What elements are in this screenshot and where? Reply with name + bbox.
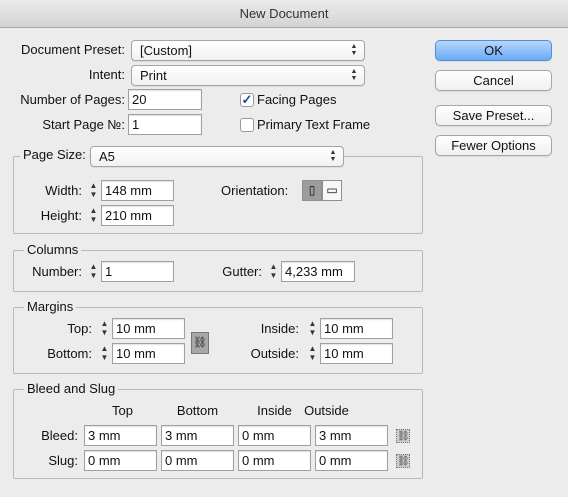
top-stepper-icon[interactable]: ▲ ▼: [97, 318, 112, 339]
preset-select[interactable]: [Custom] ▲ ▼: [131, 40, 365, 61]
bleed-bottom-field[interactable]: 3 mm: [161, 425, 234, 446]
header-outside: Outside: [304, 403, 349, 418]
preset-value: [Custom]: [140, 43, 193, 58]
bleed-inside-field[interactable]: 0 mm: [238, 425, 311, 446]
popup-arrows-icon: ▲ ▼: [329, 149, 337, 163]
slug-top-field[interactable]: 0 mm: [84, 450, 157, 471]
slug-label: Slug:: [48, 453, 78, 468]
bottom-margin-field[interactable]: 10 mm: [112, 343, 185, 364]
page-size-select[interactable]: A5 ▲ ▼: [90, 146, 344, 167]
cancel-button[interactable]: Cancel: [435, 70, 552, 91]
gutter-stepper-icon[interactable]: ▲ ▼: [266, 261, 281, 282]
dialog-title: New Document: [0, 0, 568, 28]
bleed-slug-title: Bleed and Slug: [24, 381, 119, 397]
bleed-outside-field[interactable]: 3 mm: [315, 425, 388, 446]
bottom-label: Bottom:: [47, 346, 92, 361]
outside-label: Outside:: [250, 346, 299, 361]
inside-stepper-icon[interactable]: ▲ ▼: [305, 318, 320, 339]
slug-outside-field[interactable]: 0 mm: [315, 450, 388, 471]
pages-label: Number of Pages:: [20, 92, 125, 107]
preset-label: Document Preset:: [20, 42, 125, 57]
facing-pages-label: Facing Pages: [257, 92, 337, 107]
gutter-label: Gutter:: [222, 264, 262, 279]
top-margin-field[interactable]: 10 mm: [112, 318, 185, 339]
page-size-value: A5: [99, 149, 115, 164]
bottom-stepper-icon[interactable]: ▲ ▼: [97, 343, 112, 364]
ok-button[interactable]: OK: [435, 40, 552, 61]
chain-link-icon[interactable]: ⛓: [396, 454, 410, 468]
gutter-field[interactable]: 4,233 mm: [281, 261, 355, 282]
width-field[interactable]: 148 mm: [101, 180, 174, 201]
chain-link-icon[interactable]: ⛓: [396, 429, 410, 443]
columns-title: Columns: [24, 242, 82, 258]
new-document-dialog: New Document Document Preset: [Custom] ▲…: [0, 0, 568, 497]
landscape-page-icon[interactable]: ▭: [322, 180, 342, 201]
pages-field[interactable]: 20: [128, 89, 202, 110]
popup-arrows-icon: ▲ ▼: [350, 68, 358, 82]
fewer-options-button[interactable]: Fewer Options: [435, 135, 552, 156]
number-field[interactable]: 1: [101, 261, 174, 282]
facing-pages-checkbox[interactable]: ✓: [240, 93, 254, 107]
outside-stepper-icon[interactable]: ▲ ▼: [305, 343, 320, 364]
height-field[interactable]: 210 mm: [101, 205, 174, 226]
inside-label: Inside:: [260, 321, 299, 336]
width-stepper-icon[interactable]: ▲ ▼: [86, 180, 101, 201]
slug-bottom-field[interactable]: 0 mm: [161, 450, 234, 471]
height-label: Height:: [40, 208, 82, 223]
primary-text-frame-label: Primary Text Frame: [257, 117, 371, 132]
intent-value: Print: [140, 68, 167, 83]
save-preset-button[interactable]: Save Preset...: [435, 105, 552, 126]
number-stepper-icon[interactable]: ▲ ▼: [86, 261, 101, 282]
number-label: Number:: [32, 264, 82, 279]
inside-margin-field[interactable]: 10 mm: [320, 318, 393, 339]
margins-title: Margins: [24, 299, 77, 315]
outside-margin-field[interactable]: 10 mm: [320, 343, 393, 364]
primary-text-frame-checkbox[interactable]: [240, 118, 254, 132]
start-page-field[interactable]: 1: [128, 114, 202, 135]
intent-select[interactable]: Print ▲ ▼: [131, 65, 365, 86]
popup-arrows-icon: ▲ ▼: [350, 43, 358, 57]
intent-label: Intent:: [88, 67, 125, 82]
slug-inside-field[interactable]: 0 mm: [238, 450, 311, 471]
top-label: Top:: [67, 321, 92, 336]
start-page-label: Start Page №:: [42, 117, 125, 132]
header-bottom: Bottom: [176, 403, 219, 418]
height-stepper-icon[interactable]: ▲ ▼: [86, 205, 101, 226]
header-top: Top: [112, 403, 133, 418]
bleed-label: Bleed:: [41, 428, 78, 443]
bleed-top-field[interactable]: 3 mm: [84, 425, 157, 446]
page-size-label: Page Size:: [20, 147, 89, 163]
width-label: Width:: [45, 183, 82, 198]
orientation-label: Orientation:: [221, 183, 289, 198]
portrait-page-icon[interactable]: ▯: [302, 180, 322, 201]
